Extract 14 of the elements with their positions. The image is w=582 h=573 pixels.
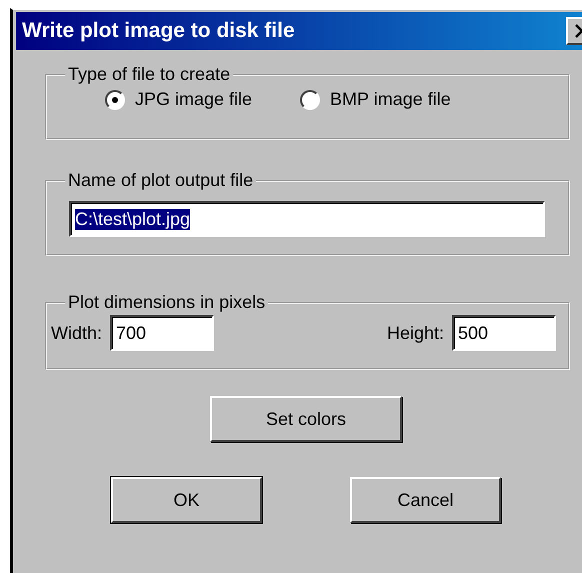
file-name-field[interactable]: C:\test\plot.jpg [69, 201, 545, 237]
radio-option[interactable]: JPG image file [105, 89, 252, 110]
ok-button[interactable]: OK [111, 477, 262, 523]
group-label: Name of plot output file [67, 170, 254, 191]
group-label: Type of file to create [67, 64, 232, 85]
group-label: Plot dimensions in pixels [67, 292, 266, 313]
number-field[interactable]: 500 [452, 315, 556, 351]
field-label: Width: [51, 322, 102, 344]
window-title: Write plot image to disk file [22, 19, 295, 43]
number-field[interactable]: 700 [110, 315, 214, 351]
field-label: Height: [386, 322, 444, 344]
radio-option[interactable]: BMP image file [300, 89, 451, 110]
cancel-button[interactable]: Cancel [350, 477, 501, 523]
set-colors-button[interactable]: Set colors [210, 396, 402, 442]
